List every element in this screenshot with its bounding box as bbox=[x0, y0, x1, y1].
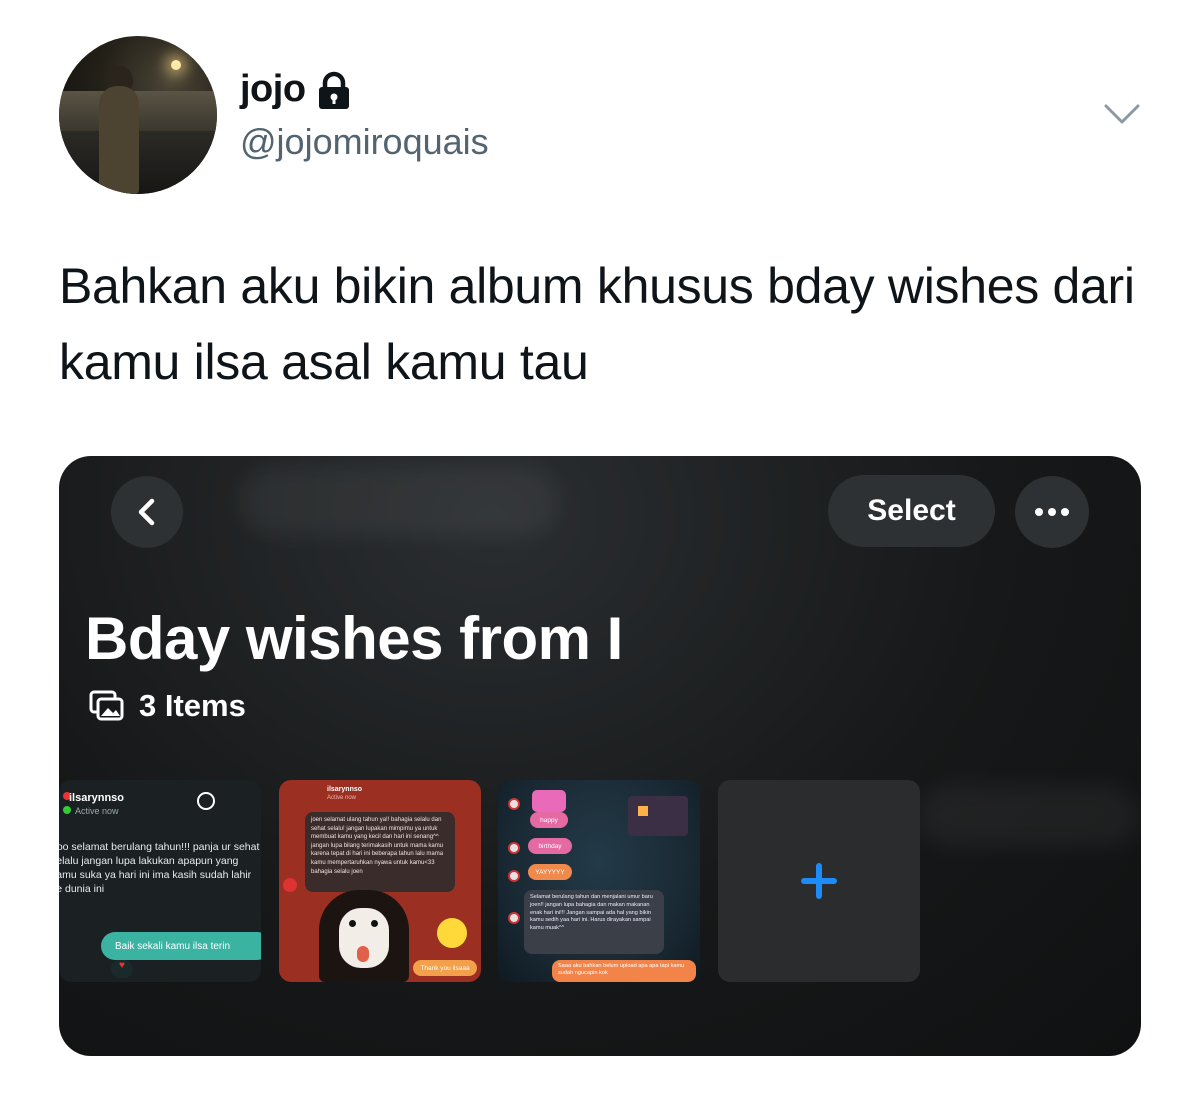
chat-message: ooo selamat berulang tahun!!! panja ur s… bbox=[59, 841, 260, 895]
chat-avatar bbox=[508, 912, 520, 924]
blurred-background-shape bbox=[919, 786, 1139, 846]
chevron-down-icon[interactable] bbox=[1102, 100, 1142, 128]
avatar-person bbox=[99, 86, 139, 194]
photo-stack-icon bbox=[89, 690, 124, 721]
avatar-lamp bbox=[171, 60, 181, 70]
chat-username: ilsarynnso bbox=[69, 792, 125, 804]
tweet-text: Bahkan aku bikin album khusus bday wishe… bbox=[59, 258, 1135, 390]
select-button[interactable]: Select bbox=[828, 475, 995, 547]
display-name[interactable]: jojo bbox=[240, 68, 306, 111]
chat-reply: Saaa aku bahkan belum upload apa apa tap… bbox=[552, 960, 696, 982]
album-thumbnail-3[interactable]: happy birthday YAYYYYY Selamat berulang … bbox=[498, 780, 700, 982]
dog-eye bbox=[349, 920, 356, 927]
avatar-badge bbox=[283, 878, 297, 892]
album-thumbnail-1[interactable]: ilsarynnso Active now ooo selamat berula… bbox=[59, 780, 261, 982]
chevron-left-icon bbox=[138, 498, 155, 526]
chat-reply: Baik sekali kamu ilsa terin bbox=[101, 932, 261, 960]
gift-sticker bbox=[532, 790, 566, 812]
more-button[interactable] bbox=[1015, 476, 1089, 548]
chat-message: joen selamat ulang tahun ya!! bahagia se… bbox=[305, 812, 455, 892]
items-count: 3 Items bbox=[139, 688, 246, 723]
chat-reply: Thank you ilsaaa bbox=[413, 960, 477, 976]
chat-message: Selamat berulang tahun dan menjalani umu… bbox=[524, 890, 664, 954]
lock-icon bbox=[318, 71, 349, 109]
dog-eye bbox=[371, 920, 378, 927]
online-dot bbox=[63, 806, 71, 814]
heart-icon: ♥ bbox=[111, 960, 133, 978]
chat-status: Active now bbox=[327, 795, 357, 801]
plus-icon bbox=[801, 863, 837, 899]
blurred-background-shape bbox=[239, 466, 559, 536]
chat-status: Active now bbox=[75, 806, 119, 816]
chat-avatar bbox=[508, 870, 520, 882]
chat-bubble: birthday bbox=[528, 838, 572, 854]
chick-sticker bbox=[437, 918, 467, 948]
album-title: Bday wishes from I bbox=[85, 605, 623, 672]
avatar[interactable] bbox=[59, 36, 217, 194]
user-handle[interactable]: @jojomiroquais bbox=[240, 121, 489, 163]
link-icon bbox=[197, 792, 215, 810]
chat-avatar bbox=[508, 798, 520, 810]
chat-bubble: YAYYYYY bbox=[528, 864, 572, 880]
lit-window bbox=[638, 806, 648, 816]
house-illustration bbox=[628, 796, 688, 836]
items-count-row: 3 Items bbox=[89, 688, 246, 724]
album-thumbnail-2[interactable]: ilsarynnso Active now joen selamat ulang… bbox=[279, 780, 481, 982]
back-button[interactable] bbox=[111, 476, 183, 548]
chat-username: ilsarynnso bbox=[327, 786, 363, 793]
tweet-media-image[interactable]: Select Bday wishes from I 3 Items ilsary… bbox=[59, 456, 1141, 1056]
display-name-row[interactable]: jojo bbox=[240, 68, 352, 111]
chat-bubble: happy bbox=[530, 812, 568, 828]
chat-avatar bbox=[508, 842, 520, 854]
dog-tongue bbox=[357, 946, 369, 962]
add-photos-button[interactable] bbox=[718, 780, 920, 982]
more-horizontal-icon bbox=[1035, 508, 1069, 516]
